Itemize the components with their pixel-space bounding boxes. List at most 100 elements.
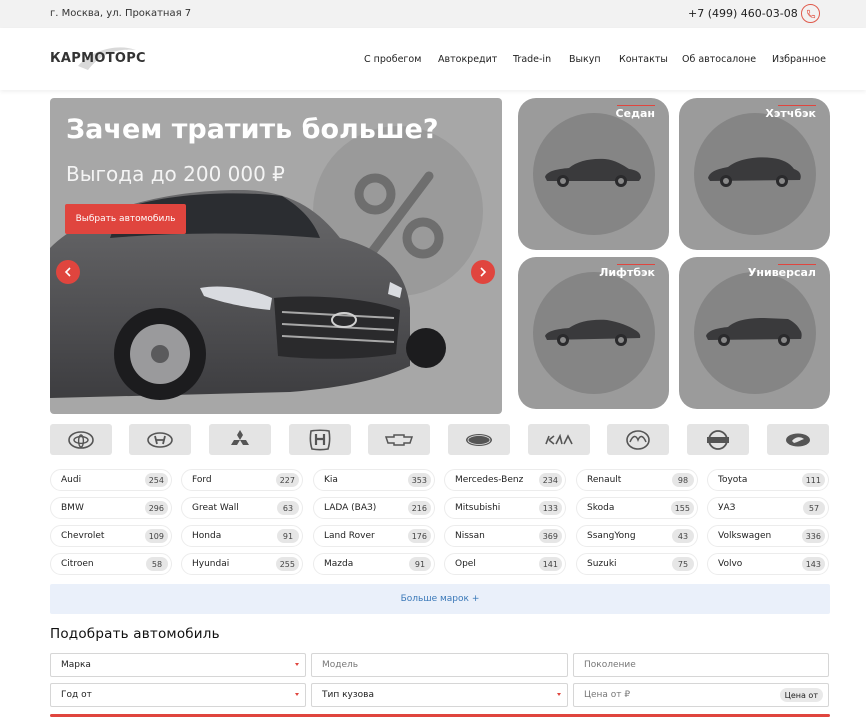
toyota-logo-icon bbox=[68, 430, 94, 449]
brand-logo-lada[interactable] bbox=[767, 424, 829, 455]
brand-logo-kia[interactable] bbox=[528, 424, 590, 455]
brand-link[interactable]: BMW 296 bbox=[50, 497, 172, 519]
brand-link[interactable]: SsangYong 43 bbox=[576, 525, 698, 547]
brand-link[interactable]: Chevrolet 109 bbox=[50, 525, 172, 547]
brand-count-badge: 254 bbox=[144, 473, 168, 487]
nav-about[interactable]: Об автосалоне bbox=[682, 54, 756, 65]
year-from-select[interactable]: Год от bbox=[50, 683, 306, 707]
brand-link[interactable]: Great Wall 63 bbox=[181, 497, 303, 519]
brand-count-badge: 155 bbox=[670, 501, 694, 515]
brand-count-badge: 109 bbox=[144, 529, 168, 543]
nissan-logo-icon bbox=[707, 429, 729, 450]
brand-count-badge: 234 bbox=[538, 473, 562, 487]
model-select[interactable]: Модель bbox=[311, 653, 568, 677]
brand-link[interactable]: Audi 254 bbox=[50, 469, 172, 491]
brand-count-badge: 111 bbox=[801, 473, 825, 487]
brand-logo-chevrolet[interactable] bbox=[368, 424, 430, 455]
brand-link[interactable]: Mercedes-Benz 234 bbox=[444, 469, 566, 491]
hyundai-logo-icon bbox=[147, 431, 173, 448]
chevrolet-logo-icon bbox=[385, 433, 413, 446]
body-type-liftback[interactable]: Лифтбэк bbox=[518, 257, 669, 409]
mitsubishi-logo-icon bbox=[231, 429, 249, 445]
brand-link[interactable]: УАЗ 57 bbox=[707, 497, 829, 519]
brand-logo-ford[interactable] bbox=[448, 424, 510, 455]
brand-link[interactable]: Volvo 143 bbox=[707, 553, 829, 575]
nav-favorites[interactable]: Избранное bbox=[772, 54, 826, 65]
hero-title: Зачем тратить больше? bbox=[66, 114, 439, 145]
lada-logo-icon bbox=[786, 433, 810, 446]
brand-name: Hyundai bbox=[192, 559, 230, 569]
brand-link[interactable]: Nissan 369 bbox=[444, 525, 566, 547]
nav-trade-in[interactable]: Trade-in bbox=[513, 54, 551, 65]
brand-link[interactable]: Mazda 91 bbox=[313, 553, 435, 575]
body-type-select[interactable]: Тип кузова bbox=[311, 683, 568, 707]
filter-title: Подобрать автомобиль bbox=[50, 626, 220, 642]
generation-select[interactable]: Поколение bbox=[573, 653, 829, 677]
nav-contacts[interactable]: Контакты bbox=[619, 54, 668, 65]
brand-count-badge: 141 bbox=[538, 557, 562, 571]
brand-count-badge: 216 bbox=[407, 501, 431, 515]
chevron-right-icon bbox=[480, 267, 487, 277]
brand-name: Toyota bbox=[718, 475, 748, 485]
choose-car-button[interactable]: Выбрать автомобиль bbox=[65, 204, 186, 234]
brand-name: Mazda bbox=[324, 559, 354, 569]
liftback-icon bbox=[545, 319, 641, 346]
slider-prev-button[interactable] bbox=[56, 260, 80, 284]
brand-logo-mazda[interactable] bbox=[607, 424, 669, 455]
brand-name: SsangYong bbox=[587, 531, 636, 541]
brand-name: Suzuki bbox=[587, 559, 617, 569]
brand-link[interactable]: Skoda 155 bbox=[576, 497, 698, 519]
brand-link[interactable]: Hyundai 255 bbox=[181, 553, 303, 575]
brand-name: Nissan bbox=[455, 531, 485, 541]
brand-name: Mercedes-Benz bbox=[455, 475, 524, 485]
phone-call-button[interactable] bbox=[801, 4, 820, 23]
brand-link[interactable]: Ford 227 bbox=[181, 469, 303, 491]
more-brands-button[interactable]: Больше марок + bbox=[50, 584, 830, 614]
hero-car-image bbox=[50, 190, 446, 400]
slider-next-button[interactable] bbox=[471, 260, 495, 284]
brand-name: Volvo bbox=[718, 559, 743, 569]
logo-text: КАРМОТОРС bbox=[50, 51, 146, 66]
body-type-sedan[interactable]: Седан bbox=[518, 98, 669, 250]
brand-link[interactable]: Volkswagen 336 bbox=[707, 525, 829, 547]
brand-link[interactable]: Opel 141 bbox=[444, 553, 566, 575]
brand-count-badge: 176 bbox=[407, 529, 431, 543]
nav-buyout[interactable]: Выкуп bbox=[569, 54, 601, 65]
kia-logo-icon bbox=[545, 433, 573, 445]
brand-count-badge: 57 bbox=[803, 501, 825, 515]
top-bar: г. Москва, ул. Прокатная 7 +7 (499) 460-… bbox=[0, 0, 866, 28]
brand-link[interactable]: Land Rover 176 bbox=[313, 525, 435, 547]
wagon-icon bbox=[706, 318, 802, 346]
price-from-input[interactable]: Цена от ₽ Цена от bbox=[573, 683, 829, 707]
brand-link[interactable]: Citroen 58 bbox=[50, 553, 172, 575]
body-type-hatchback[interactable]: Хэтчбэк bbox=[679, 98, 830, 250]
hatchback-icon bbox=[708, 157, 801, 187]
body-type-wagon[interactable]: Универсал bbox=[679, 257, 830, 409]
brand-link[interactable]: Suzuki 75 bbox=[576, 553, 698, 575]
brand-link[interactable]: Renault 98 bbox=[576, 469, 698, 491]
dropdown-caret-icon bbox=[295, 693, 299, 696]
brand-count-badge: 227 bbox=[275, 473, 299, 487]
brand-link[interactable]: Kia 353 bbox=[313, 469, 435, 491]
brand-link[interactable]: Toyota 111 bbox=[707, 469, 829, 491]
site-logo[interactable]: КАРМОТОРС bbox=[50, 42, 160, 76]
phone-number[interactable]: +7 (499) 460-03-08 bbox=[688, 7, 798, 20]
nav-used-cars[interactable]: С пробегом bbox=[364, 54, 421, 65]
make-select[interactable]: Марка bbox=[50, 653, 306, 677]
brand-logo-mitsubishi[interactable] bbox=[209, 424, 271, 455]
brand-logo-honda[interactable] bbox=[289, 424, 351, 455]
brand-logo-hyundai[interactable] bbox=[129, 424, 191, 455]
body-type-label: Универсал bbox=[747, 266, 816, 279]
brand-logo-toyota[interactable] bbox=[50, 424, 112, 455]
nav-autocredit[interactable]: Автокредит bbox=[438, 54, 497, 65]
brand-link[interactable]: Mitsubishi 133 bbox=[444, 497, 566, 519]
dropdown-caret-icon bbox=[295, 663, 299, 666]
brand-logo-nissan[interactable] bbox=[687, 424, 749, 455]
brand-name: Great Wall bbox=[192, 503, 239, 513]
price-chip[interactable]: Цена от bbox=[779, 688, 823, 702]
brand-count-badge: 43 bbox=[672, 529, 694, 543]
brand-link[interactable]: LADA (ВАЗ) 216 bbox=[313, 497, 435, 519]
brand-link[interactable]: Honda 91 bbox=[181, 525, 303, 547]
sedan-icon bbox=[545, 158, 641, 187]
brand-count-badge: 91 bbox=[277, 529, 299, 543]
